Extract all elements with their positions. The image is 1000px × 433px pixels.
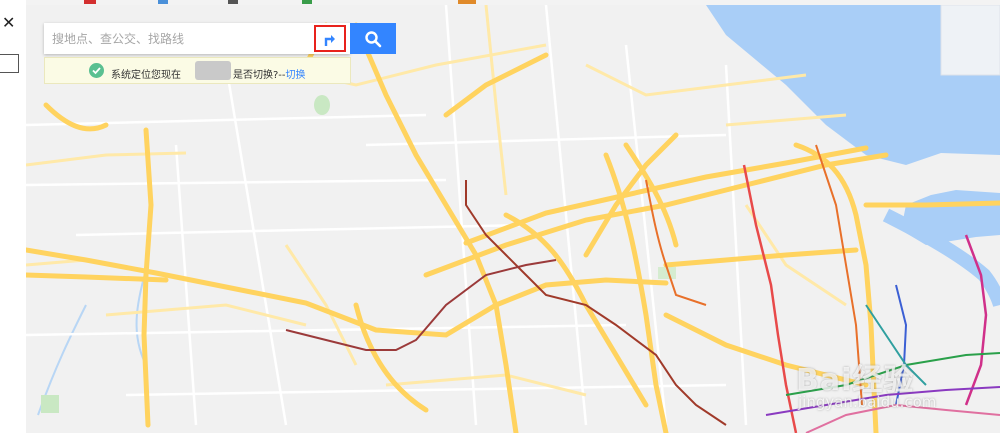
route-button[interactable] xyxy=(314,25,346,52)
switch-city-link[interactable]: 切换 xyxy=(286,70,306,81)
location-notice-text: 系统定位您现在 xyxy=(111,70,181,81)
water-grid-top xyxy=(940,5,1000,76)
park-patch xyxy=(314,95,330,115)
metro-line-red xyxy=(742,164,798,433)
park-patch-2 xyxy=(41,395,59,413)
panel-toggle-box[interactable] xyxy=(0,54,19,73)
close-icon[interactable]: ✕ xyxy=(2,15,15,31)
watermark-url: jingyan.baidu.com xyxy=(798,393,937,411)
baidu-jingyan-watermark: Bai经验 jingyan.baidu.com xyxy=(796,355,1000,415)
route-arrow-icon xyxy=(324,34,335,46)
location-notice-question: 是否切换?--切换 xyxy=(233,66,306,81)
check-icon xyxy=(89,63,104,78)
switch-prompt: 是否切换?-- xyxy=(233,70,286,81)
search-input[interactable] xyxy=(44,23,306,54)
left-side-panel: ✕ xyxy=(0,0,27,433)
blurred-city-name xyxy=(195,61,231,80)
search-box xyxy=(44,23,350,54)
location-notice: 系统定位您现在 是否切换?--切换 xyxy=(44,57,351,84)
search-icon xyxy=(365,30,382,47)
search-button[interactable] xyxy=(350,23,396,54)
